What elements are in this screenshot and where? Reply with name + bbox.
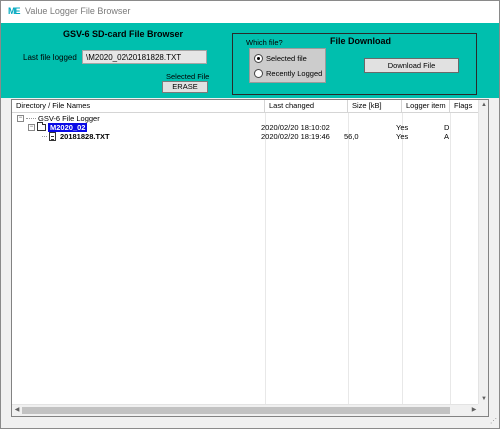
file-download-group: Which file? File Download Selected file …: [232, 33, 477, 95]
last-changed-cell: 2020/02/20 18:10:02: [261, 123, 330, 132]
sd-browser-title: GSV-6 SD-card File Browser: [63, 29, 184, 39]
selected-file-label: Selected File: [166, 72, 210, 81]
tree-header: Directory / File Names Last changed Size…: [12, 100, 479, 113]
radio-recently-logged[interactable]: Recently Logged: [254, 68, 322, 79]
control-panel: GSV-6 SD-card File Browser Last file log…: [1, 23, 499, 98]
tree-row-folder[interactable]: − M2020_02 2020/02/20 18:10:02 Yes D: [12, 122, 479, 132]
tree-item-name: M2020_02: [48, 123, 88, 132]
flags-cell: D: [444, 123, 450, 132]
tree-connector: [42, 136, 47, 137]
collapse-icon[interactable]: −: [17, 115, 24, 122]
file-tree-view[interactable]: Directory / File Names Last changed Size…: [11, 99, 489, 417]
logger-item-cell: Yes: [396, 123, 409, 132]
radio-selected-file[interactable]: Selected file: [254, 53, 307, 64]
radio-checked-icon: [254, 54, 263, 63]
radio-selected-file-label: Selected file: [266, 54, 307, 63]
column-header-logger-item[interactable]: Logger item: [402, 100, 450, 112]
resize-grip-icon[interactable]: ⋰: [489, 418, 497, 426]
which-file-label: Which file?: [246, 38, 283, 47]
scroll-left-arrow-icon[interactable]: ◀: [12, 405, 22, 416]
tree-row-root[interactable]: − GSV-6 File Logger: [12, 114, 479, 123]
last-changed-cell: 2020/02/20 18:19:46: [261, 132, 330, 141]
column-header-name[interactable]: Directory / File Names: [12, 100, 265, 112]
file-download-title: File Download: [330, 36, 392, 46]
column-header-last-changed[interactable]: Last changed: [265, 100, 348, 112]
horizontal-scroll-thumb[interactable]: [22, 407, 450, 414]
column-header-size[interactable]: Size [kB]: [348, 100, 402, 112]
last-file-label: Last file logged: [23, 53, 77, 62]
scroll-up-arrow-icon[interactable]: ▲: [480, 100, 488, 110]
size-cell: 56,0: [344, 132, 359, 141]
horizontal-scrollbar[interactable]: ◀ ▶: [12, 404, 479, 416]
radio-recently-logged-label: Recently Logged: [266, 69, 323, 78]
scroll-corner: [478, 404, 488, 416]
column-divider: [450, 113, 451, 404]
tree-row-file[interactable]: 20181828.TXT 2020/02/20 18:19:46 56,0 Ye…: [12, 132, 479, 141]
column-divider: [348, 113, 349, 404]
folder-icon: [37, 122, 46, 131]
tree-item-name: 20181828.TXT: [60, 132, 110, 141]
column-divider: [265, 113, 266, 404]
column-header-flags[interactable]: Flags: [450, 100, 479, 112]
tree-item-name: GSV-6 File Logger: [38, 114, 100, 123]
scroll-down-arrow-icon[interactable]: ▼: [480, 394, 488, 404]
last-file-field[interactable]: \M2020_02\20181828.TXT: [82, 50, 207, 64]
app-window: ME Value Logger File Browser GSV-6 SD-ca…: [0, 0, 500, 429]
radio-unchecked-icon: [254, 69, 263, 78]
window-title: Value Logger File Browser: [25, 6, 131, 16]
column-divider: [402, 113, 403, 404]
flags-cell: A: [444, 132, 450, 141]
download-file-button[interactable]: Download File: [364, 58, 459, 73]
erase-button[interactable]: ERASE: [162, 81, 208, 93]
tree-connector: [26, 118, 36, 119]
text-file-icon: [49, 132, 56, 141]
file-choice-radio-group: Selected file Recently Logged: [249, 48, 326, 83]
logger-item-cell: Yes: [396, 132, 409, 141]
title-bar[interactable]: ME Value Logger File Browser: [1, 1, 499, 23]
collapse-icon[interactable]: −: [28, 124, 35, 131]
app-logo-icon: ME: [8, 6, 21, 16]
vertical-scrollbar[interactable]: ▲ ▼: [478, 100, 488, 404]
